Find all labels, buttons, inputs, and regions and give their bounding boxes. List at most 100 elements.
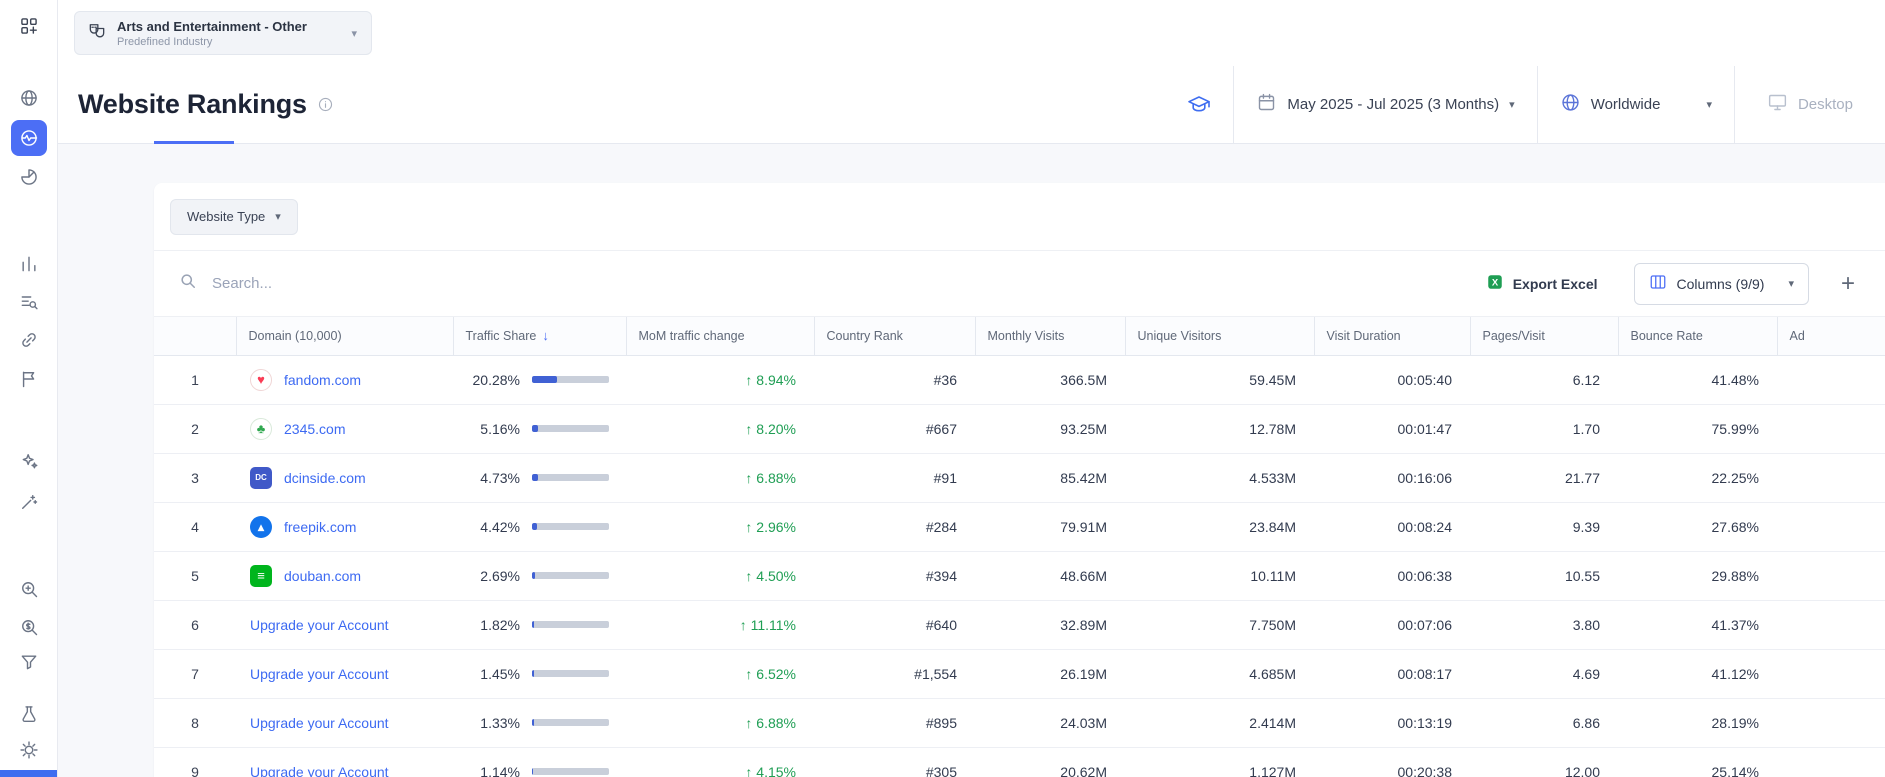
sparkles-icon[interactable] bbox=[11, 443, 47, 479]
ranking-list-icon[interactable] bbox=[11, 284, 47, 320]
gear-icon[interactable] bbox=[11, 732, 47, 768]
monthly-visits-cell: 32.89M bbox=[975, 600, 1125, 649]
traffic-share-cell: 20.28% bbox=[453, 355, 626, 404]
flask-icon[interactable] bbox=[11, 696, 47, 732]
column-header-visit-duration[interactable]: Visit Duration bbox=[1314, 317, 1470, 355]
column-header-traffic-share[interactable]: Traffic Share ↓ bbox=[453, 317, 626, 355]
table-row: 2♣2345.com5.16%↑ 8.20%#66793.25M12.78M00… bbox=[154, 404, 1885, 453]
monthly-visits-cell: 93.25M bbox=[975, 404, 1125, 453]
column-header-bounce-rate[interactable]: Bounce Rate bbox=[1618, 317, 1777, 355]
upgrade-account-link[interactable]: Upgrade your Account bbox=[250, 666, 389, 682]
traffic-share-value: 1.33% bbox=[454, 715, 520, 731]
search-dollar-icon[interactable] bbox=[11, 609, 47, 645]
bar-chart-icon[interactable] bbox=[11, 246, 47, 282]
zoom-in-icon[interactable] bbox=[11, 571, 47, 607]
column-header-label: Traffic Share bbox=[466, 329, 537, 343]
column-header-monthly-visits[interactable]: Monthly Visits bbox=[975, 317, 1125, 355]
svg-text:X: X bbox=[1492, 278, 1499, 289]
domain-cell-inner: ▴ freepik.com bbox=[250, 516, 452, 538]
mom-change-cell: ↑ 6.52% bbox=[626, 649, 814, 698]
rank-cell: 5 bbox=[154, 551, 236, 600]
mom-change-cell: ↑ 2.96% bbox=[626, 502, 814, 551]
traffic-share-inner: 4.42% bbox=[454, 519, 625, 535]
device-value: Desktop bbox=[1798, 96, 1853, 113]
domain-link[interactable]: 2345.com bbox=[284, 421, 345, 437]
columns-selector[interactable]: Columns (9/9) ▾ bbox=[1634, 263, 1809, 305]
topbar: Arts and Entertainment - Other Predefine… bbox=[58, 0, 1885, 66]
date-range-selector[interactable]: May 2025 - Jul 2025 (3 Months) ▾ bbox=[1233, 66, 1536, 143]
globe-icon[interactable] bbox=[11, 80, 47, 116]
export-excel-button[interactable]: X Export Excel bbox=[1480, 272, 1604, 295]
table-row: 7Upgrade your Account1.45%↑ 6.52%#1,5542… bbox=[154, 649, 1885, 698]
upgrade-account-link[interactable]: Upgrade your Account bbox=[250, 617, 389, 633]
traffic-share-bar bbox=[532, 474, 609, 481]
rank-cell: 6 bbox=[154, 600, 236, 649]
column-header-unique-visitors[interactable]: Unique Visitors bbox=[1125, 317, 1314, 355]
wand-icon[interactable] bbox=[11, 484, 47, 520]
mom-change-value: ↑ 8.94% bbox=[745, 372, 796, 388]
columns-label: Columns (9/9) bbox=[1677, 276, 1765, 292]
geo-selector[interactable]: Worldwide ▾ bbox=[1537, 66, 1734, 143]
calendar-icon bbox=[1256, 92, 1277, 117]
traffic-share-bar bbox=[532, 523, 609, 530]
traffic-share-bar-fill bbox=[532, 376, 557, 383]
column-header-ad[interactable]: Ad bbox=[1777, 317, 1885, 355]
flag-icon[interactable] bbox=[11, 361, 47, 397]
table-row: 1♥fandom.com20.28%↑ 8.94%#36366.5M59.45M… bbox=[154, 355, 1885, 404]
visit-duration-cell: 00:20:38 bbox=[1314, 747, 1470, 777]
pages-per-visit-cell: 4.69 bbox=[1470, 649, 1618, 698]
country-rank-cell: #394 bbox=[814, 551, 975, 600]
modules-icon[interactable] bbox=[11, 8, 47, 44]
info-icon[interactable] bbox=[317, 96, 334, 113]
traffic-share-bar-fill bbox=[532, 572, 535, 579]
column-header-label: Pages/Visit bbox=[1483, 329, 1545, 343]
pages-per-visit-cell: 9.39 bbox=[1470, 502, 1618, 551]
column-header-country-rank[interactable]: Country Rank bbox=[814, 317, 975, 355]
mom-change-value: ↑ 4.50% bbox=[745, 568, 796, 584]
rank-cell: 1 bbox=[154, 355, 236, 404]
column-header-mom-traffic-change[interactable]: MoM traffic change bbox=[626, 317, 814, 355]
domain-link[interactable]: dcinside.com bbox=[284, 470, 366, 486]
sort-descending-icon[interactable]: ↓ bbox=[542, 328, 549, 343]
add-column-button[interactable]: + bbox=[1835, 271, 1861, 297]
site-favicon: ≡ bbox=[250, 565, 272, 587]
domain-link[interactable]: douban.com bbox=[284, 568, 361, 584]
traffic-share-inner: 1.82% bbox=[454, 617, 625, 633]
mom-change-value: ↑ 11.11% bbox=[740, 617, 796, 633]
column-header-domain-10-000[interactable]: Domain (10,000) bbox=[236, 317, 453, 355]
unique-visitors-cell: 7.750M bbox=[1125, 600, 1314, 649]
pages-per-visit-cell: 6.12 bbox=[1470, 355, 1618, 404]
rank-cell: 2 bbox=[154, 404, 236, 453]
mom-change-cell: ↑ 8.94% bbox=[626, 355, 814, 404]
bounce-rate-cell: 41.12% bbox=[1618, 649, 1777, 698]
pages-per-visit-cell: 21.77 bbox=[1470, 453, 1618, 502]
geo-value: Worldwide bbox=[1591, 96, 1661, 113]
domain-link[interactable]: freepik.com bbox=[284, 519, 356, 535]
traffic-share-cell: 5.16% bbox=[453, 404, 626, 453]
domain-cell-inner: ♥fandom.com bbox=[250, 369, 452, 391]
export-excel-label: Export Excel bbox=[1513, 276, 1598, 292]
date-range-value: May 2025 - Jul 2025 (3 Months) bbox=[1287, 96, 1499, 113]
device-selector: Desktop bbox=[1734, 66, 1885, 143]
link-icon[interactable] bbox=[11, 322, 47, 358]
search-input[interactable] bbox=[210, 274, 1480, 293]
column-header-label: Country Rank bbox=[827, 329, 903, 343]
traffic-share-bar-fill bbox=[532, 670, 534, 677]
mom-change-value: ↑ 8.20% bbox=[745, 421, 796, 437]
traffic-share-bar bbox=[532, 572, 609, 579]
visit-duration-cell: 00:07:06 bbox=[1314, 600, 1470, 649]
learning-icon[interactable] bbox=[1187, 66, 1233, 143]
funnel-icon[interactable] bbox=[11, 644, 47, 680]
industry-selector[interactable]: Arts and Entertainment - Other Predefine… bbox=[74, 11, 372, 55]
pie-chart-icon[interactable] bbox=[11, 159, 47, 195]
domain-cell: Upgrade your Account bbox=[236, 600, 453, 649]
column-header-pages-visit[interactable]: Pages/Visit bbox=[1470, 317, 1618, 355]
website-type-filter[interactable]: Website Type ▾ bbox=[170, 199, 298, 235]
industry-analysis-icon[interactable] bbox=[11, 120, 47, 156]
domain-link[interactable]: fandom.com bbox=[284, 372, 361, 388]
traffic-share-bar bbox=[532, 376, 609, 383]
pages-per-visit-cell: 6.86 bbox=[1470, 698, 1618, 747]
site-favicon: ▴ bbox=[250, 516, 272, 538]
upgrade-account-link[interactable]: Upgrade your Account bbox=[250, 715, 389, 731]
upgrade-account-link[interactable]: Upgrade your Account bbox=[250, 764, 389, 777]
